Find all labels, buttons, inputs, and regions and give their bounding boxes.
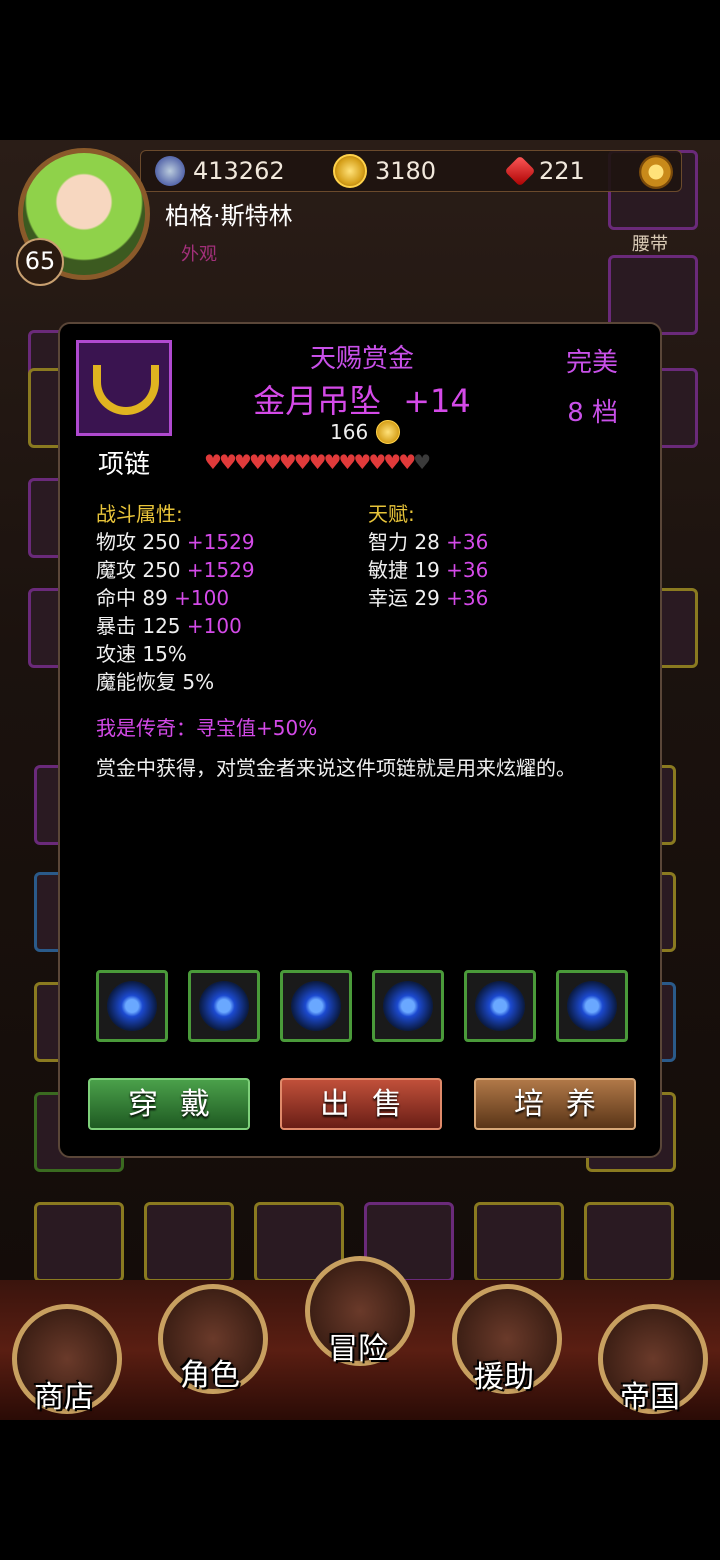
sword-power-icon [155,156,185,186]
item-enhance-level: +14 [403,382,471,420]
heart-filled-icon: ♥ [278,450,297,474]
heart-filled-icon: ♥ [398,450,416,474]
heart-filled-icon: ♥ [263,450,282,474]
heart-filled-icon: ♥ [323,450,342,474]
hero-level-badge: 65 [16,238,64,286]
heart-filled-icon: ♥ [383,450,401,474]
talent-bonus: +36 [446,530,489,554]
gem-socket[interactable] [96,970,168,1042]
blue-gem-icon [567,981,617,1031]
stat-row: 暴击 125 +100 [96,612,255,640]
inventory-slot-gloves[interactable] [474,1202,564,1282]
item-description: 赏金中获得，对赏金者来说这件项链就是用来炫耀的。 [96,756,576,780]
stat-bonus: +100 [186,614,242,638]
item-price-value: 166 [330,420,369,444]
nav-adventure-label: 冒险 [328,1332,388,1367]
heart-filled-icon: ♥ [368,450,386,474]
heart-filled-icon: ♥ [218,450,237,474]
stat-bonus: +1529 [186,558,255,582]
talent-label: 幸运 29 [368,586,440,610]
power-value: 413262 [193,157,285,185]
heart-empty-icon: ♥ [413,450,431,474]
heart-filled-icon: ♥ [233,450,252,474]
stat-row: 魔攻 250 +1529 [96,556,255,584]
nav-shop-label: 商店 [34,1380,94,1415]
blue-gem-icon [199,981,249,1031]
stat-label: 命中 89 [96,586,168,610]
sell-button[interactable]: 出售 [280,1078,442,1130]
train-button[interactable]: 培养 [474,1078,636,1130]
blue-gem-icon [291,981,341,1031]
hero-name: 柏格·斯特林 [165,202,293,230]
resource-bar: 413262 3180 221 [140,150,682,192]
stat-label: 魔能恢复 5% [96,670,215,694]
inventory-slot-boots[interactable] [34,1202,124,1282]
gem-display[interactable]: 221 [504,155,585,187]
gold-coin-icon [333,154,367,188]
nav-empire-label: 帝国 [620,1380,680,1415]
talent-stats: 天赋: 智力 28 +36 敏捷 19 +36 幸运 29 +36 [368,500,488,612]
inventory-slot-boots[interactable] [144,1202,234,1282]
item-detail-popup: 项链 天赐赏金 金月吊坠 +14 166 完美 8 档 ♥♥♥♥♥♥♥♥♥♥♥♥♥… [58,322,662,1158]
gem-socket[interactable] [372,970,444,1042]
item-type: 项链 [98,450,151,480]
equip-button[interactable]: 穿戴 [88,1078,250,1130]
stat-label: 攻速 15% [96,642,187,666]
talent-header: 天赋: [368,502,415,526]
heart-filled-icon: ♥ [338,450,356,474]
heart-filled-icon: ♥ [353,450,371,474]
combat-stats: 战斗属性: 物攻 250 +1529 魔攻 250 +1529 命中 89 +1… [96,500,255,696]
legendary-effect: 我是传奇：寻宝值+50% [96,716,318,740]
talent-row: 幸运 29 +36 [368,584,488,612]
gold-display[interactable]: 3180 [333,154,437,188]
stat-row: 攻速 15% [96,640,255,668]
blue-gem-icon [475,981,525,1031]
nav-support-label: 援助 [474,1360,534,1395]
red-gem-icon [504,155,536,187]
gem-value: 221 [539,157,585,185]
gem-sockets [96,970,628,1042]
heart-filled-icon: ♥ [293,450,312,474]
stat-label: 魔攻 250 [96,558,181,582]
stat-bonus: +1529 [186,530,255,554]
talent-bonus: +36 [446,558,489,582]
stat-row: 魔能恢复 5% [96,668,255,696]
stat-row: 物攻 250 +1529 [96,528,255,556]
power-display: 413262 [155,155,285,187]
talent-label: 敏捷 19 [368,558,440,582]
nav-character-label: 角色 [180,1358,240,1393]
talent-row: 智力 28 +36 [368,528,488,556]
item-name: 金月吊坠 [253,382,382,420]
gem-socket[interactable] [188,970,260,1042]
blue-gem-icon [383,981,433,1031]
gold-coin-icon [376,420,401,444]
inventory-slot-gloves[interactable] [584,1202,674,1282]
item-tier: 8 档 [567,398,618,428]
combat-stats-header: 战斗属性: [96,502,183,526]
bottom-nav-bar: 商店 角色 冒险 援助 帝国 [0,1256,720,1420]
heart-filled-icon: ♥ [248,450,267,474]
settings-gear-icon[interactable] [639,155,673,189]
gem-socket[interactable] [464,970,536,1042]
talent-label: 智力 28 [368,530,440,554]
heart-filled-icon: ♥ [308,450,327,474]
item-heart-rating: ♥♥♥♥♥♥♥♥♥♥♥♥♥♥♥ [204,450,431,474]
heart-filled-icon: ♥ [204,450,222,474]
gem-socket[interactable] [556,970,628,1042]
item-quality: 完美 [565,348,618,378]
appearance-link[interactable]: 外观 [181,240,217,266]
stat-label: 物攻 250 [96,530,181,554]
stat-label: 暴击 125 [96,614,181,638]
item-price: 166 [330,420,401,444]
talent-bonus: +36 [446,586,489,610]
blue-gem-icon [107,981,157,1031]
belt-label: 腰带 [632,234,668,255]
stat-bonus: +100 [174,586,230,610]
gold-value: 3180 [375,157,437,185]
talent-row: 敏捷 19 +36 [368,556,488,584]
gem-socket[interactable] [280,970,352,1042]
stat-row: 命中 89 +100 [96,584,255,612]
